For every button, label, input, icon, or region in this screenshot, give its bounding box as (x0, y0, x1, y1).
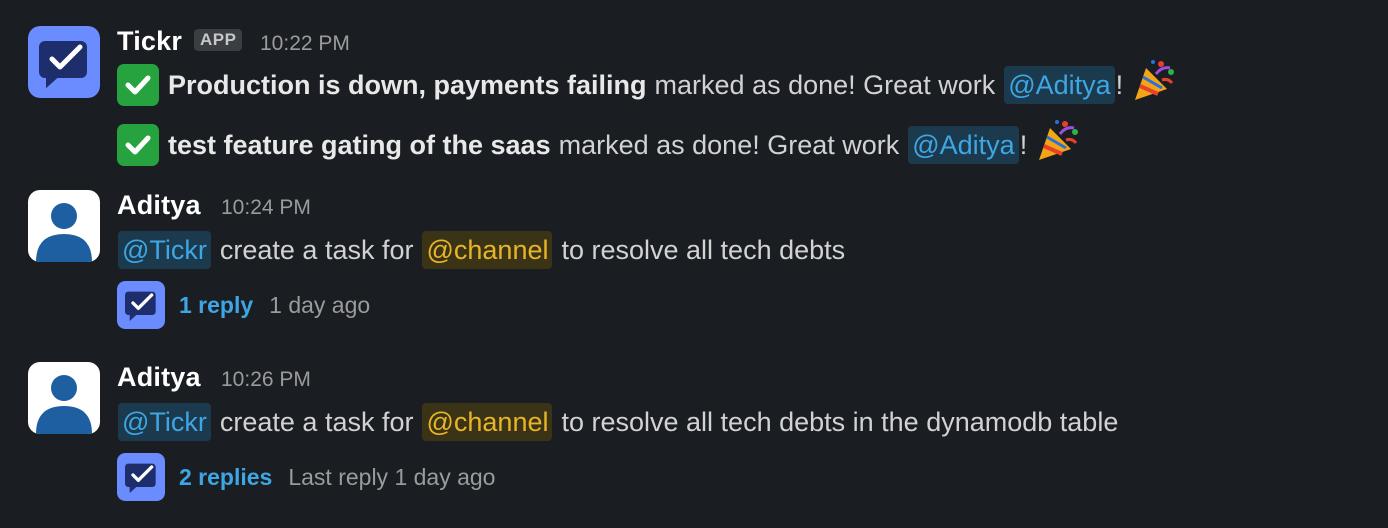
reply-time: Last reply 1 day ago (288, 463, 496, 490)
message-feed: Tickr APP 10:22 PM Production is down, p… (0, 0, 1388, 528)
message-text: create a task for (219, 407, 414, 437)
thread-summary[interactable]: 2 replies Last reply 1 day ago (117, 453, 495, 501)
tickr-bot-icon (117, 281, 165, 329)
timestamp[interactable]: 10:26 PM (221, 368, 311, 392)
channel-mention[interactable]: @channel (422, 403, 553, 441)
tickr-bot-icon (28, 26, 100, 98)
check-mark-icon (117, 124, 159, 166)
author-name[interactable]: Aditya (117, 190, 201, 221)
user-silhouette-icon (28, 362, 100, 434)
reply-time: 1 day ago (269, 291, 371, 318)
message-aditya: Aditya 10:24 PM @Tickr create a task for… (0, 180, 1388, 350)
message-line: test feature gating of the saas marked a… (117, 120, 1081, 166)
party-popper-icon (1131, 58, 1177, 112)
thread-summary[interactable]: 1 reply 1 day ago (117, 281, 370, 329)
reply-count-link[interactable]: 2 replies (179, 464, 272, 491)
punctuation: ! (1115, 70, 1124, 100)
task-title: Production is down, payments failing (168, 70, 647, 100)
reply-count-link[interactable]: 1 reply (179, 292, 253, 319)
message-line: Production is down, payments failing mar… (117, 60, 1177, 106)
message-text: marked as done! Great work (654, 70, 996, 100)
timestamp[interactable]: 10:24 PM (221, 196, 311, 220)
message-tickr: Tickr APP 10:22 PM Production is down, p… (0, 0, 1388, 180)
app-badge: APP (194, 29, 243, 51)
author-name[interactable]: Aditya (117, 362, 201, 393)
bot-mention[interactable]: @Tickr (118, 231, 211, 269)
bot-mention[interactable]: @Tickr (118, 403, 211, 441)
user-silhouette-icon (28, 190, 100, 262)
party-popper-icon (1035, 118, 1081, 172)
timestamp[interactable]: 10:22 PM (260, 32, 350, 56)
message-text: marked as done! Great work (558, 130, 900, 160)
user-mention[interactable]: @Aditya (908, 126, 1019, 164)
tickr-avatar[interactable] (28, 26, 100, 98)
user-avatar[interactable] (28, 362, 100, 434)
message-text: create a task for (219, 235, 414, 265)
channel-mention[interactable]: @channel (422, 231, 553, 269)
punctuation: ! (1019, 130, 1028, 160)
message-line: @Tickr create a task for @channel to res… (117, 231, 845, 269)
message-text: to resolve all tech debts in the dynamod… (561, 407, 1119, 437)
message-line: @Tickr create a task for @channel to res… (117, 403, 1118, 441)
check-mark-icon (117, 64, 159, 106)
message-text: to resolve all tech debts (561, 235, 846, 265)
author-name[interactable]: Tickr (117, 26, 182, 57)
message-aditya: Aditya 10:26 PM @Tickr create a task for… (0, 352, 1388, 528)
user-mention[interactable]: @Aditya (1004, 66, 1115, 104)
task-title: test feature gating of the saas (168, 130, 551, 160)
user-avatar[interactable] (28, 190, 100, 262)
tickr-bot-icon (117, 453, 165, 501)
